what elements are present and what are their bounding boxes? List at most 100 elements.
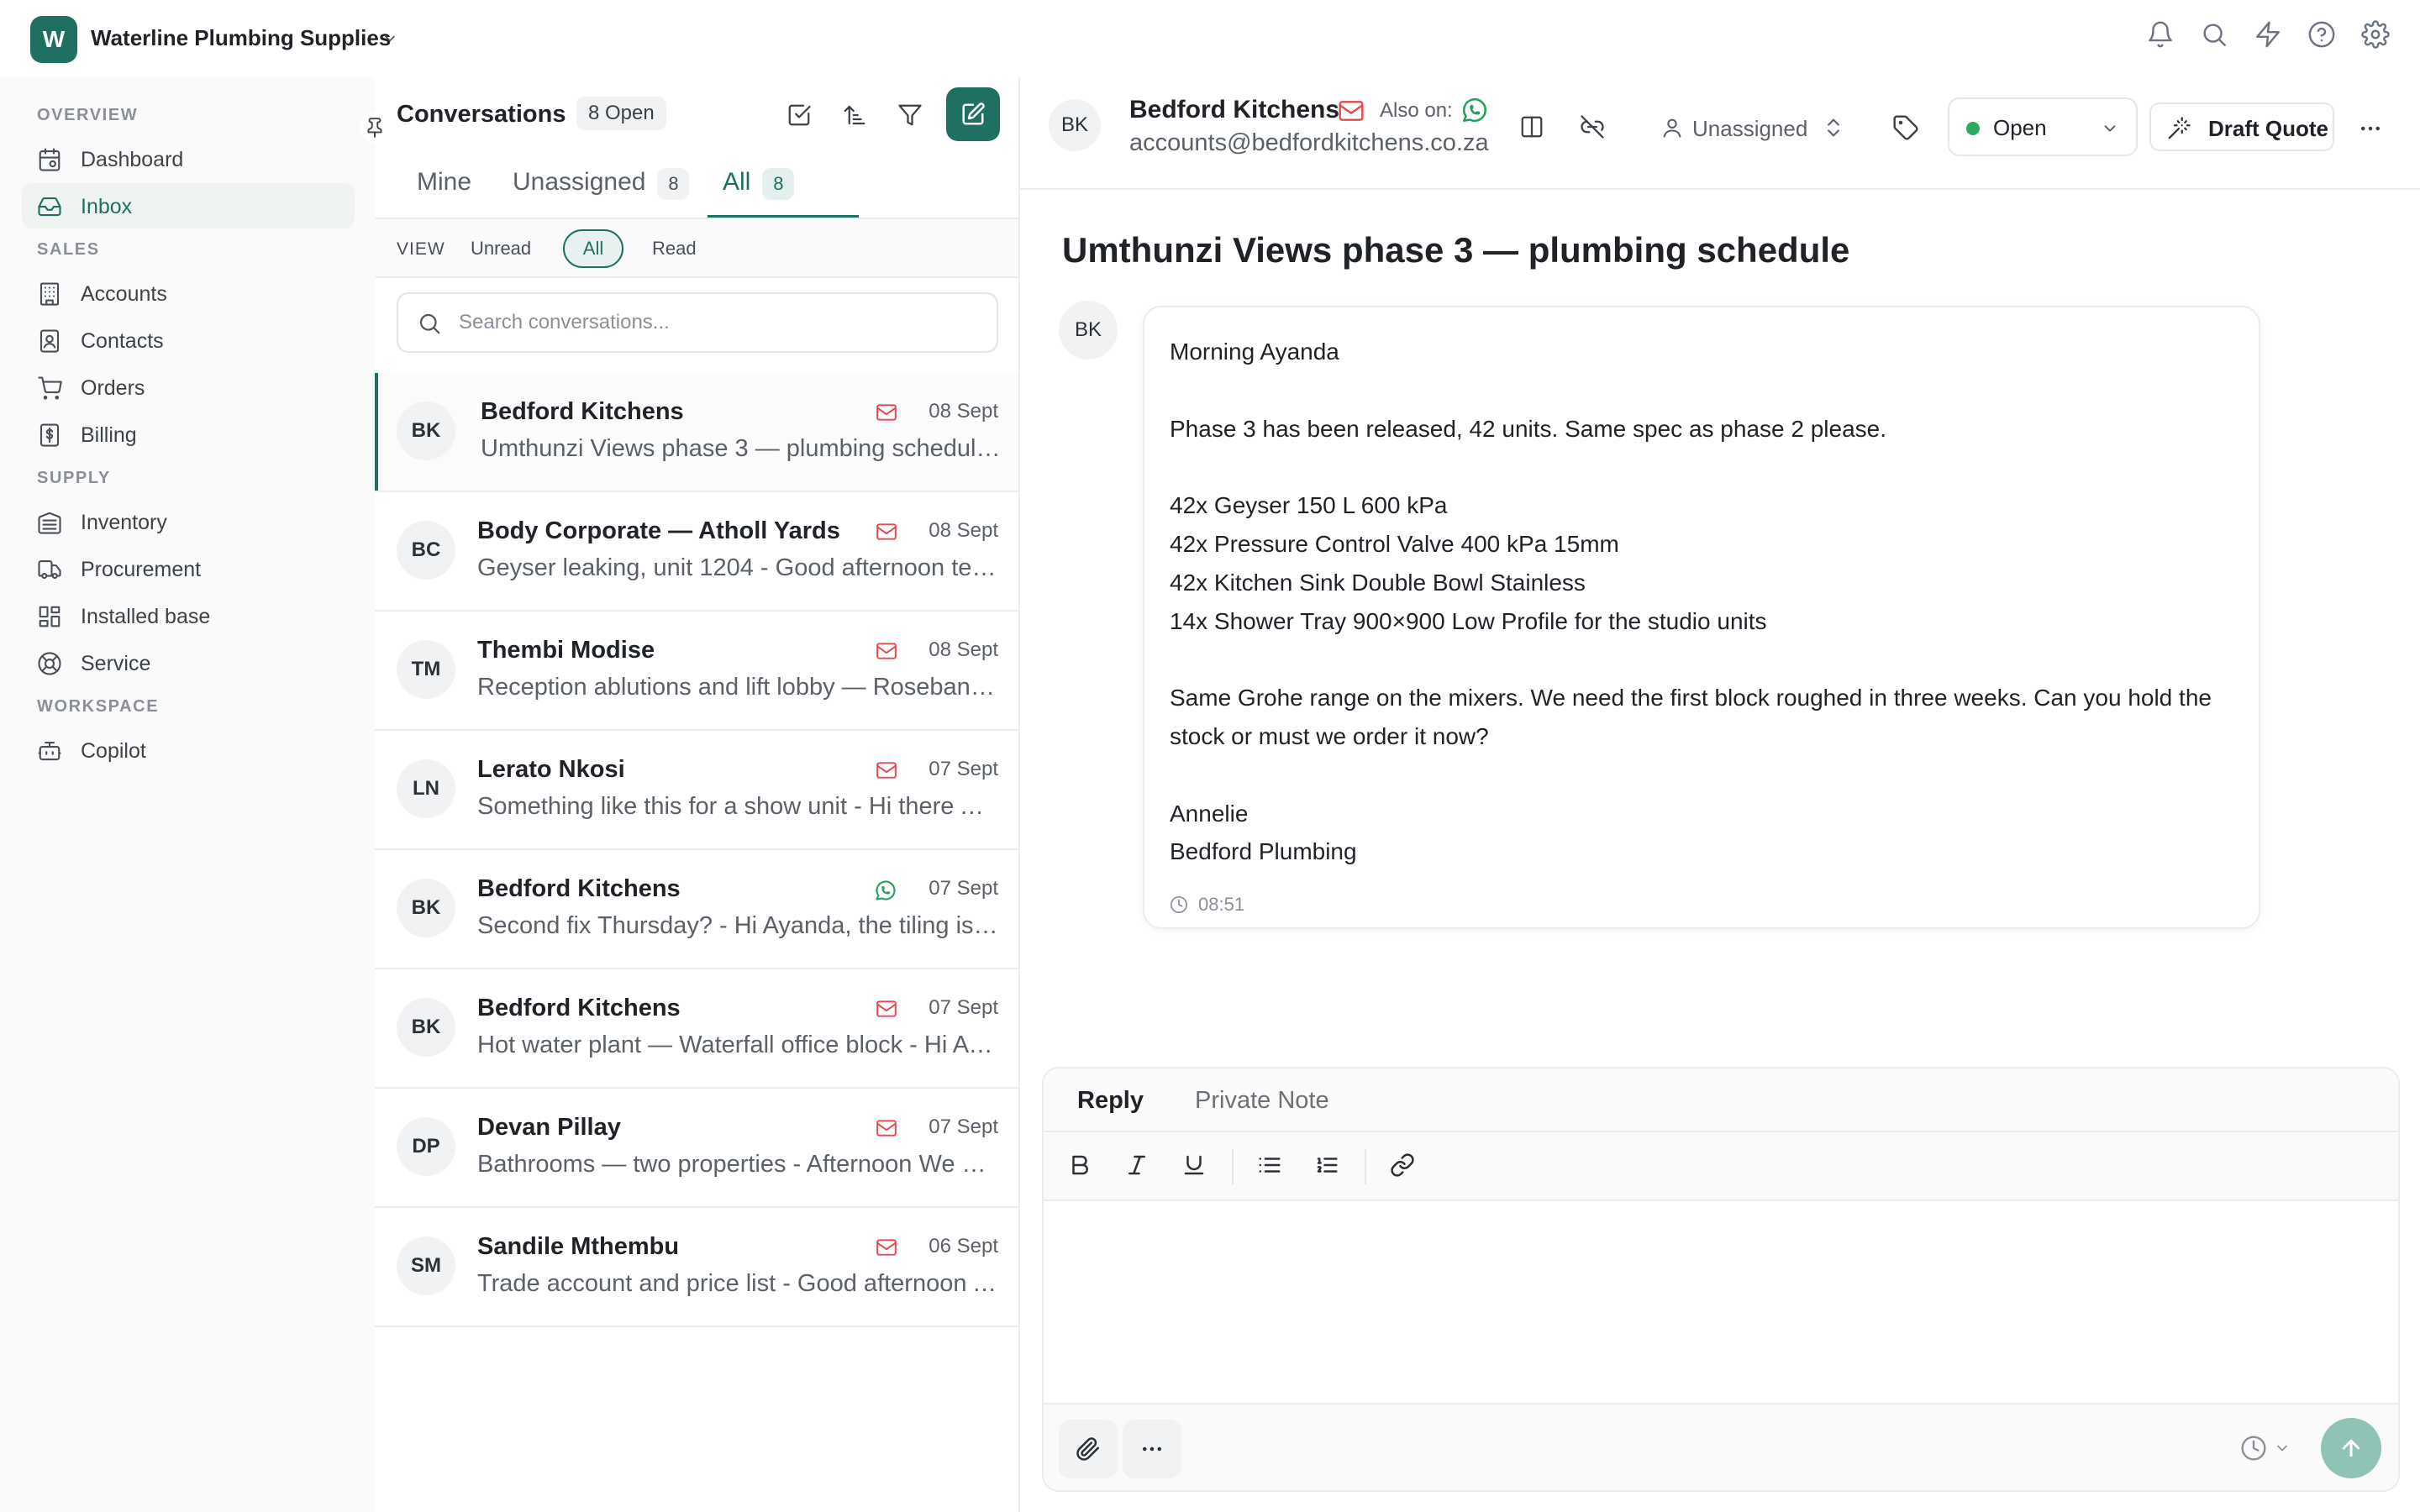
sidebar-item-contacts[interactable]: Contacts <box>22 318 355 363</box>
tab-count: 8 <box>762 168 795 200</box>
conversation-row[interactable]: BK Bedford Kitchens 07 Sept Second fix Thur… <box>375 850 1018 969</box>
sidebar-item-label: Billing <box>81 423 137 447</box>
numbered-list-icon[interactable] <box>1314 1152 1339 1178</box>
sidebar-item-inbox[interactable]: Inbox <box>22 183 355 228</box>
avatar: DP <box>397 1117 455 1176</box>
sidebar-item-inventory[interactable]: Inventory <box>22 499 355 544</box>
tag-icon[interactable] <box>1892 114 1919 141</box>
link-icon[interactable] <box>1390 1152 1415 1178</box>
conversation-row[interactable]: LN Lerato Nkosi 07 Sept Something like this… <box>375 731 1018 850</box>
conversation-name: Thembi Modise <box>477 637 655 664</box>
conversation-row[interactable]: BK Bedford Kitchens 07 Sept Hot water plant… <box>375 969 1018 1089</box>
line-item: 42x Pressure Control Valve 400 kPa 15mm <box>1170 530 1619 557</box>
conversation-date: 07 Sept <box>929 996 998 1019</box>
reply-editor[interactable] <box>1044 1201 2398 1403</box>
draft-quote-button[interactable]: Draft Quote <box>2149 102 2334 151</box>
message-signature: Annelie Bedford Plumbing <box>1170 795 2237 872</box>
conversation-list: BK Bedford Kitchens 08 Sept Umthunzi Views … <box>375 373 1018 1327</box>
search-input[interactable] <box>459 306 980 339</box>
sort-icon[interactable] <box>842 102 867 128</box>
send-button[interactable] <box>2321 1418 2381 1478</box>
help-icon[interactable] <box>2307 20 2336 49</box>
conversation-row[interactable]: BC Body Corporate — Atholl Yards 08 Sept Ge… <box>375 492 1018 612</box>
magic-wand-icon <box>2166 116 2191 141</box>
message-time: 08:51 <box>1198 894 1245 915</box>
gear-icon[interactable] <box>2361 20 2390 49</box>
conversation-panel: Conversations 8 Open Mine Unassigned 8 A… <box>375 77 1020 1512</box>
pin-icon[interactable] <box>360 113 390 143</box>
chevron-down-icon <box>2101 119 2119 138</box>
message-body: Morning Ayanda Phase 3 has been released… <box>1170 333 2237 871</box>
contact-name[interactable]: Bedford Kitchens <box>1129 96 1339 124</box>
sidebar-item-installed-base[interactable]: Installed base <box>22 593 355 638</box>
conversation-name: Body Corporate — Atholl Yards <box>477 517 840 544</box>
avatar: BK <box>1059 301 1118 360</box>
message-greeting: Morning Ayanda <box>1170 339 1339 365</box>
invoice-icon <box>37 423 62 448</box>
view-option-read[interactable]: Read <box>652 238 697 260</box>
status-dot <box>1966 122 1980 135</box>
italic-icon[interactable] <box>1124 1152 1150 1178</box>
conversation-row[interactable]: SM Sandile Mthembu 06 Sept Trade account an… <box>375 1208 1018 1327</box>
conversation-date: 08 Sept <box>929 638 998 661</box>
paperclip-icon <box>1076 1437 1100 1461</box>
view-option-unread[interactable]: Unread <box>471 238 531 260</box>
schedule-send-button[interactable] <box>2240 1435 2291 1462</box>
building-icon <box>37 281 62 307</box>
org-name[interactable]: Waterline Plumbing Supplies <box>91 25 391 51</box>
conversation-row[interactable]: DP Devan Pillay 07 Sept Bathrooms — two pro… <box>375 1089 1018 1208</box>
conversation-name: Devan Pillay <box>477 1114 621 1141</box>
conversation-preview: Umthunzi Views phase 3 — plumbing schedu… <box>481 435 1002 462</box>
sidebar-item-procurement[interactable]: Procurement <box>22 546 355 591</box>
lifebuoy-icon <box>37 651 62 676</box>
more-options-icon <box>1143 1446 1161 1452</box>
status-select[interactable]: Open <box>1948 97 2138 156</box>
side-panel-icon[interactable] <box>1519 114 1544 139</box>
tab-reply[interactable]: Reply <box>1077 1087 1144 1115</box>
avatar[interactable]: BK <box>1049 99 1101 151</box>
sidebar-item-accounts[interactable]: Accounts <box>22 270 355 316</box>
composer-tabs: Reply Private Note <box>1044 1068 2398 1132</box>
tab-mine[interactable]: Mine <box>417 168 471 215</box>
message-intro: Phase 3 has been released, 42 units. Sam… <box>1170 415 1887 442</box>
filter-icon[interactable] <box>897 102 923 128</box>
sidebar-item-label: Procurement <box>81 558 202 581</box>
conversation-row[interactable]: BK Bedford Kitchens 08 Sept Umthunzi Views … <box>375 373 1018 492</box>
sidebar-item-service[interactable]: Service <box>22 640 355 685</box>
tab-unassigned[interactable]: Unassigned 8 <box>513 168 690 215</box>
tab-all[interactable]: All 8 <box>723 168 795 215</box>
chevron-down-icon[interactable] <box>381 30 398 47</box>
sidebar-item-orders[interactable]: Orders <box>22 365 355 410</box>
grid-icon <box>37 604 62 629</box>
conversation-preview: Bathrooms — two properties - Afternoon W… <box>477 1151 998 1178</box>
bell-icon[interactable] <box>2146 20 2175 49</box>
select-check-icon[interactable] <box>786 102 812 128</box>
more-options-icon[interactable] <box>2358 116 2383 141</box>
bold-icon[interactable] <box>1067 1152 1092 1178</box>
clock-icon <box>1171 896 1187 913</box>
conversation-date: 08 Sept <box>929 400 998 423</box>
sidebar-item-dashboard[interactable]: Dashboard <box>22 136 355 181</box>
conversation-preview: Geyser leaking, unit 1204 - Good afterno… <box>477 554 998 581</box>
warehouse-icon <box>37 510 62 535</box>
compose-button[interactable] <box>946 87 1000 141</box>
whatsapp-icon[interactable] <box>1460 96 1489 124</box>
search-icon <box>417 311 442 336</box>
org-logo[interactable]: W <box>30 16 77 63</box>
link-merge-icon[interactable] <box>1580 114 1605 139</box>
bulleted-list-icon[interactable] <box>1257 1152 1282 1178</box>
sidebar-item-billing[interactable]: Billing <box>22 412 355 457</box>
sidebar-item-copilot[interactable]: Copilot <box>22 727 355 773</box>
bolt-icon[interactable] <box>2254 20 2282 49</box>
contact-email[interactable]: accounts@bedfordkitchens.co.za <box>1129 129 1489 157</box>
more-actions-button[interactable] <box>1123 1420 1181 1478</box>
attach-button[interactable] <box>1059 1420 1118 1478</box>
view-option-all[interactable]: All <box>563 229 623 268</box>
avatar: BC <box>397 521 455 580</box>
draft-quote-label: Draft Quote <box>2208 116 2328 141</box>
conversation-date: 08 Sept <box>929 519 998 542</box>
search-icon[interactable] <box>2200 20 2228 49</box>
underline-icon[interactable] <box>1181 1152 1207 1178</box>
tab-private-note[interactable]: Private Note <box>1195 1087 1329 1115</box>
conversation-row[interactable]: TM Thembi Modise 08 Sept Reception ablution… <box>375 612 1018 731</box>
